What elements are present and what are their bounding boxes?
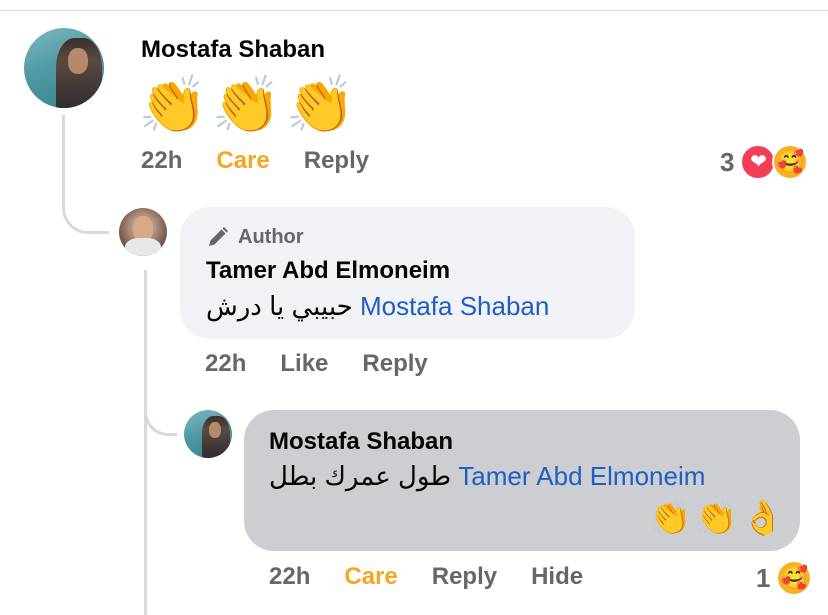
like-button[interactable]: Like <box>280 350 328 378</box>
thread-connector <box>144 270 147 615</box>
thread-connector <box>144 388 177 436</box>
reply-button[interactable]: Reply <box>432 563 497 591</box>
comment-actions: 22h Care Reply <box>141 147 369 175</box>
author-badge-label: Author <box>238 225 304 248</box>
pencil-icon <box>209 227 228 246</box>
reply-author-name[interactable]: Mostafa Shaban <box>269 428 453 456</box>
reply-button[interactable]: Reply <box>304 147 369 175</box>
timestamp[interactable]: 22h <box>269 563 310 591</box>
care-icon: 🥰 <box>772 144 809 180</box>
reply-emojis: 👏👏👌 <box>649 499 789 537</box>
reply-actions: 22h Care Reply Hide <box>269 563 583 591</box>
reply-bubble-highlighted: Mostafa Shaban طول عمرك بطل Tamer Abd El… <box>244 410 800 551</box>
reply-message: طول عمرك بطل <box>269 461 452 491</box>
reaction-summary[interactable]: 1 🥰 <box>756 560 813 596</box>
avatar-face <box>209 422 221 438</box>
author-badge: Author <box>206 225 304 249</box>
care-reaction-button[interactable]: Care <box>344 563 397 591</box>
reply-bubble: Author Tamer Abd Elmoneim حبيبي يا درش M… <box>180 207 635 339</box>
thread-connector <box>62 115 109 234</box>
avatar-face <box>68 48 88 74</box>
mention-link[interactable]: Tamer Abd Elmoneim <box>458 461 705 491</box>
avatar[interactable] <box>184 410 232 458</box>
mention-link[interactable]: Mostafa Shaban <box>360 291 549 321</box>
reaction-count: 3 <box>720 146 735 177</box>
comment-emoji-content: 👏👏👏 <box>138 73 360 136</box>
comment-author-name[interactable]: Mostafa Shaban <box>141 36 325 64</box>
reply-author-name[interactable]: Tamer Abd Elmoneim <box>206 257 450 285</box>
hide-button[interactable]: Hide <box>531 563 583 591</box>
reaction-summary[interactable]: 3 ❤ 🥰 <box>720 144 809 180</box>
avatar[interactable] <box>119 208 167 256</box>
avatar-shirt <box>125 238 161 256</box>
care-reaction-button[interactable]: Care <box>216 147 269 175</box>
avatar[interactable] <box>24 28 104 108</box>
timestamp[interactable]: 22h <box>141 147 182 175</box>
reply-text: حبيبي يا درش Mostafa Shaban <box>206 291 549 322</box>
top-divider <box>0 10 828 11</box>
love-icon: ❤ <box>740 144 777 180</box>
reply-button[interactable]: Reply <box>362 350 427 378</box>
reply-actions: 22h Like Reply <box>205 350 428 378</box>
care-icon: 🥰 <box>776 560 813 596</box>
reaction-count: 1 <box>756 562 771 593</box>
timestamp[interactable]: 22h <box>205 350 246 378</box>
comments-thread: Mostafa Shaban 👏👏👏 22h Care Reply 3 ❤ 🥰 … <box>0 0 828 615</box>
reply-text: طول عمرك بطل Tamer Abd Elmoneim <box>269 461 705 492</box>
reply-message: حبيبي يا درش <box>206 291 353 321</box>
